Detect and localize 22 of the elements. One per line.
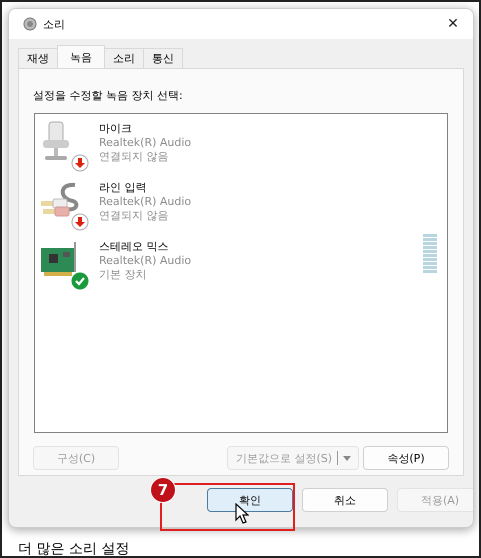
instruction-text: 설정을 수정할 녹음 장치 선택: (33, 88, 184, 103)
dialog-button[interactable]: 확인 (207, 488, 293, 512)
settings-link-text: 더 많은 소리 설정 (18, 540, 130, 558)
tab[interactable]: 통신 (143, 48, 183, 68)
window-title: 소리 (43, 16, 65, 32)
close-button[interactable]: ✕ (433, 9, 473, 39)
level-meter-icon (423, 234, 437, 273)
device-status: 기본 장치 (99, 268, 148, 282)
device-driver: Realtek(R) Audio (99, 195, 192, 209)
device-status: 연결되지 않음 (99, 150, 170, 164)
device-driver: Realtek(R) Audio (99, 136, 192, 150)
device-driver: Realtek(R) Audio (99, 254, 192, 268)
device-status: 연결되지 않음 (99, 209, 170, 223)
device-name: 스테레오 믹스 (99, 240, 170, 254)
device-name: 마이크 (99, 122, 133, 136)
tab[interactable]: 재생 (18, 48, 58, 68)
speaker-icon (23, 17, 37, 31)
properties-button[interactable]: 속성(P) (363, 446, 449, 470)
device-name: 라인 입력 (99, 181, 148, 195)
dialog-button[interactable]: 취소 (302, 488, 388, 512)
caret-icon (343, 456, 352, 460)
tab[interactable]: 녹음 (57, 45, 105, 68)
